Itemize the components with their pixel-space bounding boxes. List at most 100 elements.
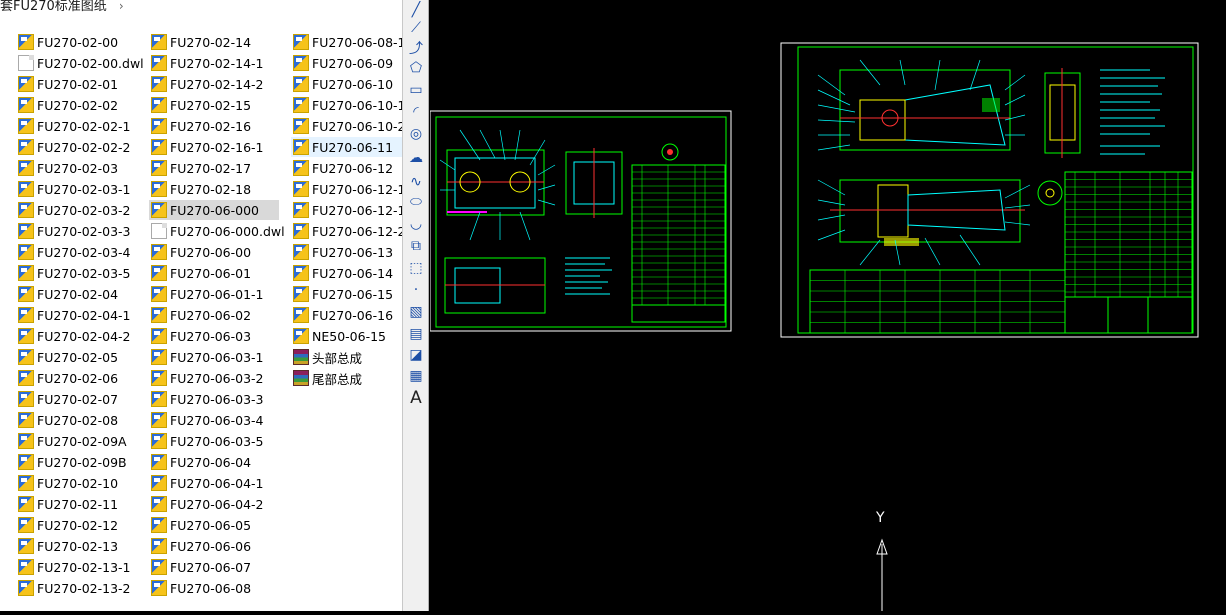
arc-icon[interactable]: ◜	[406, 102, 426, 122]
gradient-icon[interactable]: ▤	[406, 324, 426, 344]
file-item[interactable]: FU270-06-00	[149, 242, 279, 262]
drawing-sheet-left[interactable]	[429, 110, 732, 332]
file-item[interactable]: FU270-02-09A	[16, 431, 146, 451]
file-item[interactable]: FU270-06-03-4	[149, 410, 279, 430]
file-item[interactable]: FU270-02-04-1	[16, 305, 146, 325]
file-item[interactable]: FU270-06-03-5	[149, 431, 279, 451]
revision-cloud-icon[interactable]: ☁	[406, 148, 426, 168]
breadcrumb[interactable]: 套FU270标准图纸 ›	[0, 0, 124, 15]
file-item[interactable]: NE50-06-15	[291, 326, 402, 346]
file-item[interactable]: FU270-06-09	[291, 53, 402, 73]
file-item[interactable]: FU270-02-13-2	[16, 578, 146, 598]
file-item[interactable]: FU270-06-14	[291, 263, 402, 283]
file-item[interactable]: FU270-06-01	[149, 263, 279, 283]
table-icon[interactable]: ▦	[406, 366, 426, 386]
file-item[interactable]: FU270-02-09B	[16, 452, 146, 472]
file-item[interactable]: FU270-06-07	[149, 557, 279, 577]
file-item[interactable]: FU270-06-10	[291, 74, 402, 94]
file-item[interactable]: FU270-06-12-1j	[291, 200, 402, 220]
file-name: FU270-02-09B	[37, 454, 127, 470]
file-item[interactable]: FU270-02-15	[149, 95, 279, 115]
file-item[interactable]: FU270-06-10-1	[291, 95, 402, 115]
file-item[interactable]: FU270-02-13-1	[16, 557, 146, 577]
multiline-text-icon[interactable]: A	[406, 388, 426, 408]
construction-line-icon[interactable]: ⤴	[406, 38, 426, 58]
point-icon[interactable]: ·	[406, 280, 426, 300]
file-item[interactable]: FU270-02-03-4	[16, 242, 146, 262]
cad-drawing-canvas[interactable]: Y	[429, 0, 1226, 611]
file-item[interactable]: FU270-02-14-1	[149, 53, 279, 73]
file-item[interactable]: FU270-06-11	[291, 137, 402, 157]
line-icon[interactable]: ╱	[406, 0, 426, 20]
dwg-file-icon	[151, 265, 167, 281]
file-item[interactable]: FU270-02-03-2	[16, 200, 146, 220]
spline-icon[interactable]: ∿	[406, 172, 426, 192]
file-item[interactable]: FU270-02-00.dwl	[16, 53, 146, 73]
file-item[interactable]: FU270-06-01-1	[149, 284, 279, 304]
file-item[interactable]: FU270-06-000.dwl	[149, 221, 285, 241]
circle-icon[interactable]: ◎	[406, 124, 426, 144]
file-item[interactable]: FU270-02-18	[149, 179, 279, 199]
file-item[interactable]: FU270-02-17	[149, 158, 279, 178]
region-icon[interactable]: ◪	[406, 345, 426, 365]
file-item[interactable]: FU270-02-14	[149, 32, 279, 52]
file-item[interactable]: FU270-02-12	[16, 515, 146, 535]
file-item[interactable]: FU270-02-02-2	[16, 137, 146, 157]
file-item[interactable]: FU270-06-06	[149, 536, 279, 556]
file-item[interactable]: FU270-02-03-5	[16, 263, 146, 283]
file-item[interactable]: FU270-02-14-2	[149, 74, 279, 94]
polyline-icon[interactable]: ⟋	[406, 18, 426, 38]
file-item[interactable]: FU270-02-02-1	[16, 116, 146, 136]
file-item[interactable]: FU270-06-000	[149, 200, 279, 220]
file-item[interactable]: FU270-06-12	[291, 158, 402, 178]
file-item[interactable]: FU270-02-04-2	[16, 326, 146, 346]
file-item[interactable]: FU270-02-02	[16, 95, 146, 115]
file-item[interactable]: FU270-06-04	[149, 452, 279, 472]
file-item[interactable]: FU270-06-02	[149, 305, 279, 325]
polygon-icon[interactable]: ⬠	[406, 58, 426, 78]
file-item[interactable]: FU270-02-05	[16, 347, 146, 367]
file-item[interactable]: FU270-06-08	[149, 578, 279, 598]
file-item[interactable]: FU270-02-03-1	[16, 179, 146, 199]
file-item[interactable]: FU270-02-13	[16, 536, 146, 556]
ellipse-icon[interactable]: ⬭	[406, 192, 426, 212]
file-item[interactable]: FU270-06-16	[291, 305, 402, 325]
file-item[interactable]: FU270-06-04-2	[149, 494, 279, 514]
file-item[interactable]: FU270-02-08	[16, 410, 146, 430]
file-item[interactable]: FU270-06-05	[149, 515, 279, 535]
file-item[interactable]: FU270-06-10-2	[291, 116, 402, 136]
file-item[interactable]: FU270-02-16	[149, 116, 279, 136]
file-item[interactable]: FU270-06-15	[291, 284, 402, 304]
chevron-right-icon[interactable]: ›	[119, 0, 124, 13]
make-block-icon[interactable]: ⬚	[406, 258, 426, 278]
file-item[interactable]: FU270-02-07	[16, 389, 146, 409]
ellipse-arc-icon[interactable]: ◡	[406, 214, 426, 234]
file-item[interactable]: FU270-06-08-1	[291, 32, 402, 52]
file-item[interactable]: FU270-02-11	[16, 494, 146, 514]
file-item[interactable]: FU270-02-10	[16, 473, 146, 493]
file-item[interactable]: FU270-06-03-3	[149, 389, 279, 409]
file-item[interactable]: FU270-02-03	[16, 158, 146, 178]
file-item[interactable]: FU270-06-13	[291, 242, 402, 262]
file-item[interactable]: FU270-02-06	[16, 368, 146, 388]
hatch-icon[interactable]: ▧	[406, 302, 426, 322]
file-item[interactable]: FU270-06-12-1	[291, 179, 402, 199]
file-item[interactable]: FU270-06-12-2	[291, 221, 402, 241]
file-item[interactable]: FU270-06-03	[149, 326, 279, 346]
file-item[interactable]: FU270-06-04-1	[149, 473, 279, 493]
file-item[interactable]: FU270-02-01	[16, 74, 146, 94]
file-item[interactable]: FU270-02-04	[16, 284, 146, 304]
drawing-sheet-right[interactable]	[780, 42, 1199, 338]
file-item[interactable]: FU270-06-03-1	[149, 347, 279, 367]
file-item[interactable]: FU270-02-03-3	[16, 221, 146, 241]
file-item[interactable]: FU270-06-03-2	[149, 368, 279, 388]
file-item[interactable]: FU270-02-00	[16, 32, 146, 52]
file-item[interactable]: FU270-02-16-1	[149, 137, 279, 157]
breadcrumb-folder[interactable]: 套FU270标准图纸	[0, 0, 107, 14]
insert-block-icon[interactable]: ⧉	[406, 236, 426, 256]
dwg-file-icon	[151, 139, 167, 155]
file-item[interactable]: 头部总成	[291, 347, 402, 367]
rectangle-icon[interactable]: ▭	[406, 80, 426, 100]
file-item[interactable]: 尾部总成	[291, 368, 402, 388]
drawing-svg[interactable]	[429, 0, 1226, 611]
